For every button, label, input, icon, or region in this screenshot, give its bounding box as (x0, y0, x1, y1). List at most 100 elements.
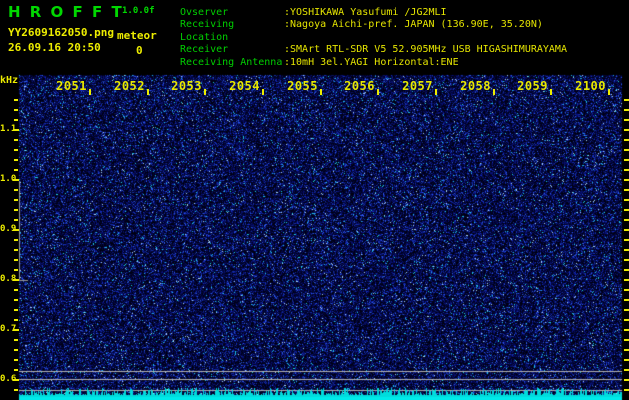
time-tick-label: 2100 (575, 79, 606, 93)
right-minor-tick (624, 219, 629, 221)
right-minor-tick (624, 169, 629, 171)
right-minor-tick (624, 109, 629, 111)
freq-minor-tick (14, 389, 18, 391)
time-tick-label: 2052 (114, 79, 145, 93)
freq-minor-tick (14, 289, 18, 291)
right-minor-tick (624, 179, 629, 181)
hrofft-window: H R O F F T 1.0.0f YY2609162050.png mete… (0, 0, 629, 400)
freq-minor-tick (14, 239, 18, 241)
freq-minor-tick (14, 159, 18, 161)
right-minor-tick (624, 159, 629, 161)
right-minor-tick (624, 369, 629, 371)
freq-minor-tick (14, 319, 18, 321)
app-title: H R O F F T (8, 3, 124, 21)
right-minor-tick (624, 379, 629, 381)
freq-minor-tick (14, 269, 18, 271)
info-label: Receiver (180, 44, 284, 56)
right-minor-tick (624, 129, 629, 131)
right-minor-tick (624, 149, 629, 151)
right-minor-tick (624, 329, 629, 331)
freq-minor-tick (14, 199, 18, 201)
freq-minor-tick (14, 349, 18, 351)
time-tick (550, 89, 552, 95)
info-row: Receiving Antenna :10mH 3el.YAGI Horizon… (180, 57, 567, 69)
frequency-unit-label: kHz (0, 75, 18, 86)
right-minor-tick (624, 349, 629, 351)
station-info: Ovserver :YOSHIKAWA Yasufumi /JG2MLI Rec… (180, 7, 567, 69)
freq-major-tick (13, 379, 19, 381)
right-minor-tick (624, 359, 629, 361)
right-minor-tick (624, 209, 629, 211)
freq-minor-tick (14, 119, 18, 121)
right-minor-tick (624, 119, 629, 121)
event-count: 0 (136, 44, 143, 57)
right-minor-tick (624, 309, 629, 311)
info-row: Receiving Location :Nagoya Aichi-pref. J… (180, 19, 567, 44)
filename-label: YY2609162050.png (8, 26, 114, 39)
time-tick (204, 89, 206, 95)
time-tick-label: 2058 (460, 79, 491, 93)
freq-minor-tick (14, 299, 18, 301)
time-tick-label: 2054 (229, 79, 260, 93)
info-value: :YOSHIKAWA Yasufumi /JG2MLI (284, 7, 447, 19)
right-minor-tick (624, 279, 629, 281)
time-tick (320, 89, 322, 95)
freq-minor-tick (14, 149, 18, 151)
datetime-label: 26.09.16 20:50 (8, 41, 101, 54)
freq-tick-label: 0.8 (0, 274, 13, 284)
freq-tick-label: 0.6 (0, 374, 13, 384)
right-minor-tick (624, 239, 629, 241)
time-tick-label: 2059 (517, 79, 548, 93)
freq-major-tick (13, 179, 19, 181)
time-tick (608, 89, 610, 95)
freq-minor-tick (14, 169, 18, 171)
time-tick (377, 89, 379, 95)
time-tick-label: 2051 (56, 79, 87, 93)
freq-minor-tick (14, 209, 18, 211)
info-value: :10mH 3el.YAGI Horizontal:ENE (284, 57, 459, 69)
freq-major-tick (13, 329, 19, 331)
freq-minor-tick (14, 109, 18, 111)
freq-major-tick (13, 279, 19, 281)
freq-tick-label: 0.9 (0, 224, 13, 234)
freq-minor-tick (14, 99, 18, 101)
right-minor-tick (624, 299, 629, 301)
freq-minor-tick (14, 139, 18, 141)
freq-minor-tick (14, 249, 18, 251)
freq-minor-tick (14, 359, 18, 361)
right-minor-tick (624, 259, 629, 261)
right-minor-tick (624, 99, 629, 101)
freq-tick-label: 1.1 (0, 124, 13, 134)
time-tick (262, 89, 264, 95)
freq-minor-tick (14, 219, 18, 221)
freq-minor-tick (14, 189, 18, 191)
freq-major-tick (13, 129, 19, 131)
time-tick (493, 89, 495, 95)
time-tick (147, 89, 149, 95)
info-label: Receiving Location (180, 19, 284, 44)
freq-minor-tick (14, 259, 18, 261)
right-minor-tick (624, 249, 629, 251)
right-minor-tick (624, 199, 629, 201)
right-minor-tick (624, 319, 629, 321)
right-minor-tick (624, 289, 629, 291)
info-label: Ovserver (180, 7, 284, 19)
time-tick-label: 2053 (171, 79, 202, 93)
right-minor-tick (624, 339, 629, 341)
freq-tick-label: 0.7 (0, 324, 13, 334)
time-tick-label: 2056 (344, 79, 375, 93)
right-minor-tick (624, 269, 629, 271)
freq-minor-tick (14, 339, 18, 341)
freq-tick-label: 1.0 (0, 174, 13, 184)
time-tick-label: 2057 (402, 79, 433, 93)
info-label: Receiving Antenna (180, 57, 284, 69)
freq-minor-tick (14, 309, 18, 311)
right-minor-tick (624, 139, 629, 141)
freq-major-tick (13, 229, 19, 231)
info-value: :SMArt RTL-SDR V5 52.905MHz USB HIGASHIM… (284, 44, 567, 56)
mode-label: meteor (117, 29, 157, 42)
right-minor-tick (624, 189, 629, 191)
version-label: 1.0.0f (122, 6, 155, 16)
time-tick-label: 2055 (287, 79, 318, 93)
freq-minor-tick (14, 369, 18, 371)
